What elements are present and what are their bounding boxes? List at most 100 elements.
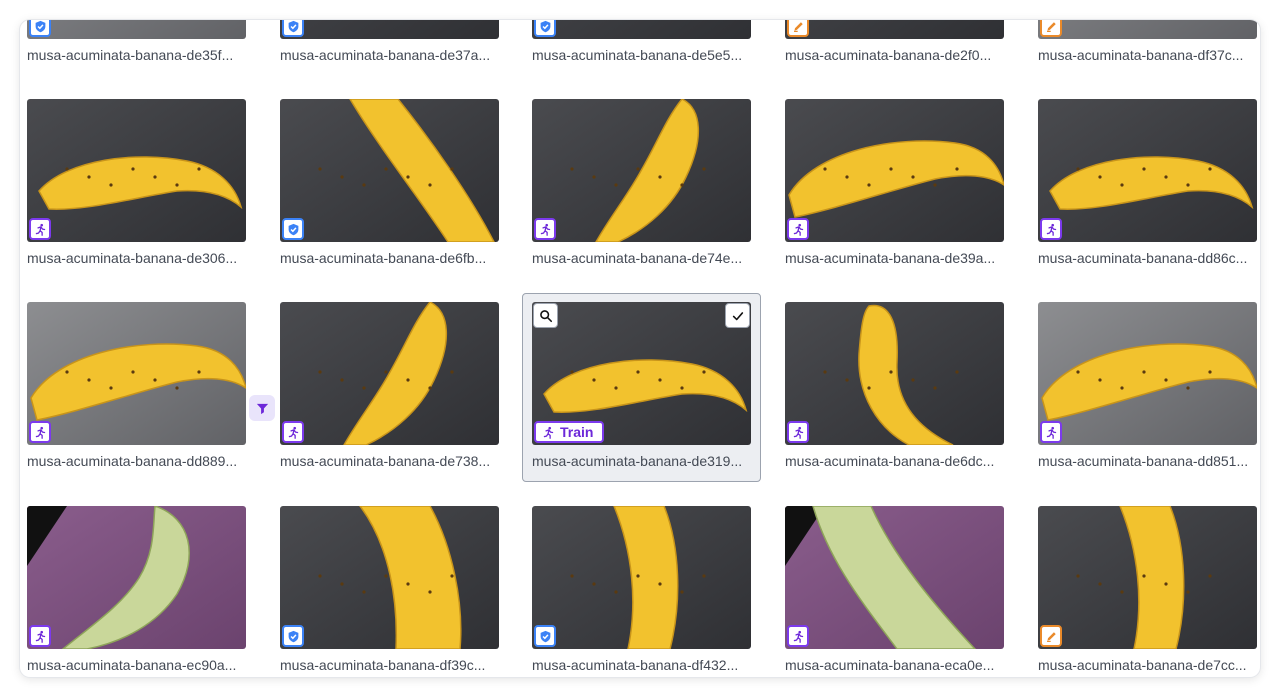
banana-photo: [785, 20, 1004, 39]
image-thumbnail[interactable]: [27, 506, 246, 649]
banana-photo: [1038, 506, 1257, 649]
image-filename: musa-acuminata-banana-de35f...: [27, 47, 234, 63]
image-thumbnail[interactable]: [532, 506, 751, 649]
banana-photo: [785, 302, 1004, 445]
image-card[interactable]: musa-acuminata-banana-df39c...: [280, 506, 499, 673]
image-thumbnail[interactable]: [1038, 20, 1257, 39]
pencil-icon: [793, 21, 803, 32]
image-thumbnail[interactable]: [27, 20, 246, 39]
image-card[interactable]: musa-acuminata-banana-de35f...: [27, 20, 246, 63]
image-card[interactable]: musa-acuminata-banana-de5e5...: [532, 20, 751, 63]
image-thumbnail[interactable]: [27, 302, 246, 445]
image-card[interactable]: musa-acuminata-banana-de7cc...: [1038, 506, 1257, 673]
banana-photo: [1038, 99, 1257, 242]
split-badge: [787, 625, 809, 647]
banana-photo: [1038, 302, 1257, 445]
image-card[interactable]: musa-acuminata-banana-df37c...: [1038, 20, 1257, 63]
select-checkbox[interactable]: [725, 303, 750, 328]
image-thumbnail[interactable]: [785, 20, 1004, 39]
image-thumbnail[interactable]: [280, 20, 499, 39]
image-thumbnail[interactable]: Train: [532, 302, 751, 445]
image-card[interactable]: musa-acuminata-banana-eca0e...: [785, 506, 1004, 673]
image-card[interactable]: musa-acuminata-banana-dd889...: [27, 302, 246, 469]
shield-check-icon: [288, 630, 298, 642]
image-card[interactable]: musa-acuminata-banana-dd851...: [1038, 302, 1257, 469]
running-person-icon: [35, 630, 45, 643]
image-filename: musa-acuminata-banana-dd851...: [1038, 453, 1249, 469]
pencil-icon: [1046, 21, 1056, 32]
banana-photo: [280, 99, 499, 242]
running-person-icon: [288, 426, 298, 439]
split-badge: [1040, 20, 1062, 37]
running-person-icon: [543, 426, 554, 439]
split-badge: [534, 625, 556, 647]
split-badge: Train: [534, 421, 604, 443]
split-badge: [29, 218, 51, 240]
split-badge: [1040, 625, 1062, 647]
banana-photo: [280, 302, 499, 445]
split-badge: [787, 20, 809, 37]
image-card[interactable]: musa-acuminata-banana-de738...: [280, 302, 499, 469]
running-person-icon: [540, 223, 550, 236]
image-thumbnail[interactable]: [785, 302, 1004, 445]
running-person-icon: [1046, 426, 1056, 439]
image-card[interactable]: musa-acuminata-banana-de74e...: [532, 99, 751, 266]
banana-photo: [27, 506, 246, 649]
image-card[interactable]: musa-acuminata-banana-de306...: [27, 99, 246, 266]
image-filename: musa-acuminata-banana-de306...: [27, 250, 238, 266]
image-grid: musa-acuminata-banana-de35f... musa-acumi…: [20, 20, 1260, 677]
pencil-icon: [1046, 631, 1056, 642]
image-thumbnail[interactable]: [532, 20, 751, 39]
image-filename: musa-acuminata-banana-dd86c...: [1038, 250, 1248, 266]
split-label: Train: [560, 424, 594, 440]
image-card[interactable]: musa-acuminata-banana-dd86c...: [1038, 99, 1257, 266]
image-thumbnail[interactable]: [785, 99, 1004, 242]
image-filename: musa-acuminata-banana-de74e...: [532, 250, 743, 266]
split-badge: [1040, 421, 1062, 443]
image-filename: musa-acuminata-banana-de6fb...: [280, 250, 487, 266]
image-thumbnail[interactable]: [1038, 302, 1257, 445]
image-card[interactable]: musa-acuminata-banana-df432...: [532, 506, 751, 673]
image-filename: musa-acuminata-banana-de7cc...: [1038, 657, 1247, 673]
split-badge: [282, 20, 304, 37]
image-thumbnail[interactable]: [1038, 99, 1257, 242]
image-card[interactable]: musa-acuminata-banana-de37a...: [280, 20, 499, 63]
checkmark-icon: [732, 311, 743, 320]
banana-photo: [1038, 20, 1257, 39]
image-card[interactable]: musa-acuminata-banana-de39a...: [785, 99, 1004, 266]
banana-photo: [532, 20, 751, 39]
image-thumbnail[interactable]: [27, 99, 246, 242]
split-badge: [534, 20, 556, 37]
banana-photo: [27, 302, 246, 445]
image-thumbnail[interactable]: [280, 302, 499, 445]
image-card[interactable]: musa-acuminata-banana-de6fb...: [280, 99, 499, 266]
image-thumbnail[interactable]: [280, 99, 499, 242]
image-filename: musa-acuminata-banana-de37a...: [280, 47, 491, 63]
image-card[interactable]: musa-acuminata-banana-de6dc...: [785, 302, 1004, 469]
image-card[interactable]: musa-acuminata-banana-de2f0...: [785, 20, 1004, 63]
image-thumbnail[interactable]: [1038, 506, 1257, 649]
image-filename: musa-acuminata-banana-df39c...: [280, 657, 486, 673]
image-thumbnail[interactable]: [785, 506, 1004, 649]
image-filename: musa-acuminata-banana-de2f0...: [785, 47, 992, 63]
image-filename: musa-acuminata-banana-df432...: [532, 657, 739, 673]
magnifier-icon: [539, 309, 552, 322]
image-filename: musa-acuminata-banana-dd889...: [27, 453, 238, 469]
running-person-icon: [793, 426, 803, 439]
image-filename: musa-acuminata-banana-ec90a...: [27, 657, 237, 673]
image-filename: musa-acuminata-banana-eca0e...: [785, 657, 995, 673]
image-card[interactable]: musa-acuminata-banana-ec90a...: [27, 506, 246, 673]
image-thumbnail[interactable]: [532, 99, 751, 242]
image-filename: musa-acuminata-banana-df37c...: [1038, 47, 1244, 63]
image-filename: musa-acuminata-banana-de738...: [280, 453, 491, 469]
running-person-icon: [1046, 223, 1056, 236]
image-filename: musa-acuminata-banana-de6dc...: [785, 453, 995, 469]
banana-photo: [280, 20, 499, 39]
image-filename: musa-acuminata-banana-de5e5...: [532, 47, 743, 63]
shield-check-icon: [540, 20, 550, 32]
banana-photo: [27, 20, 246, 39]
image-thumbnail[interactable]: [280, 506, 499, 649]
image-card[interactable]: Train musa-acuminata-banana-de319...: [532, 302, 751, 469]
zoom-button[interactable]: [533, 303, 558, 328]
filter-button[interactable]: [249, 395, 275, 421]
